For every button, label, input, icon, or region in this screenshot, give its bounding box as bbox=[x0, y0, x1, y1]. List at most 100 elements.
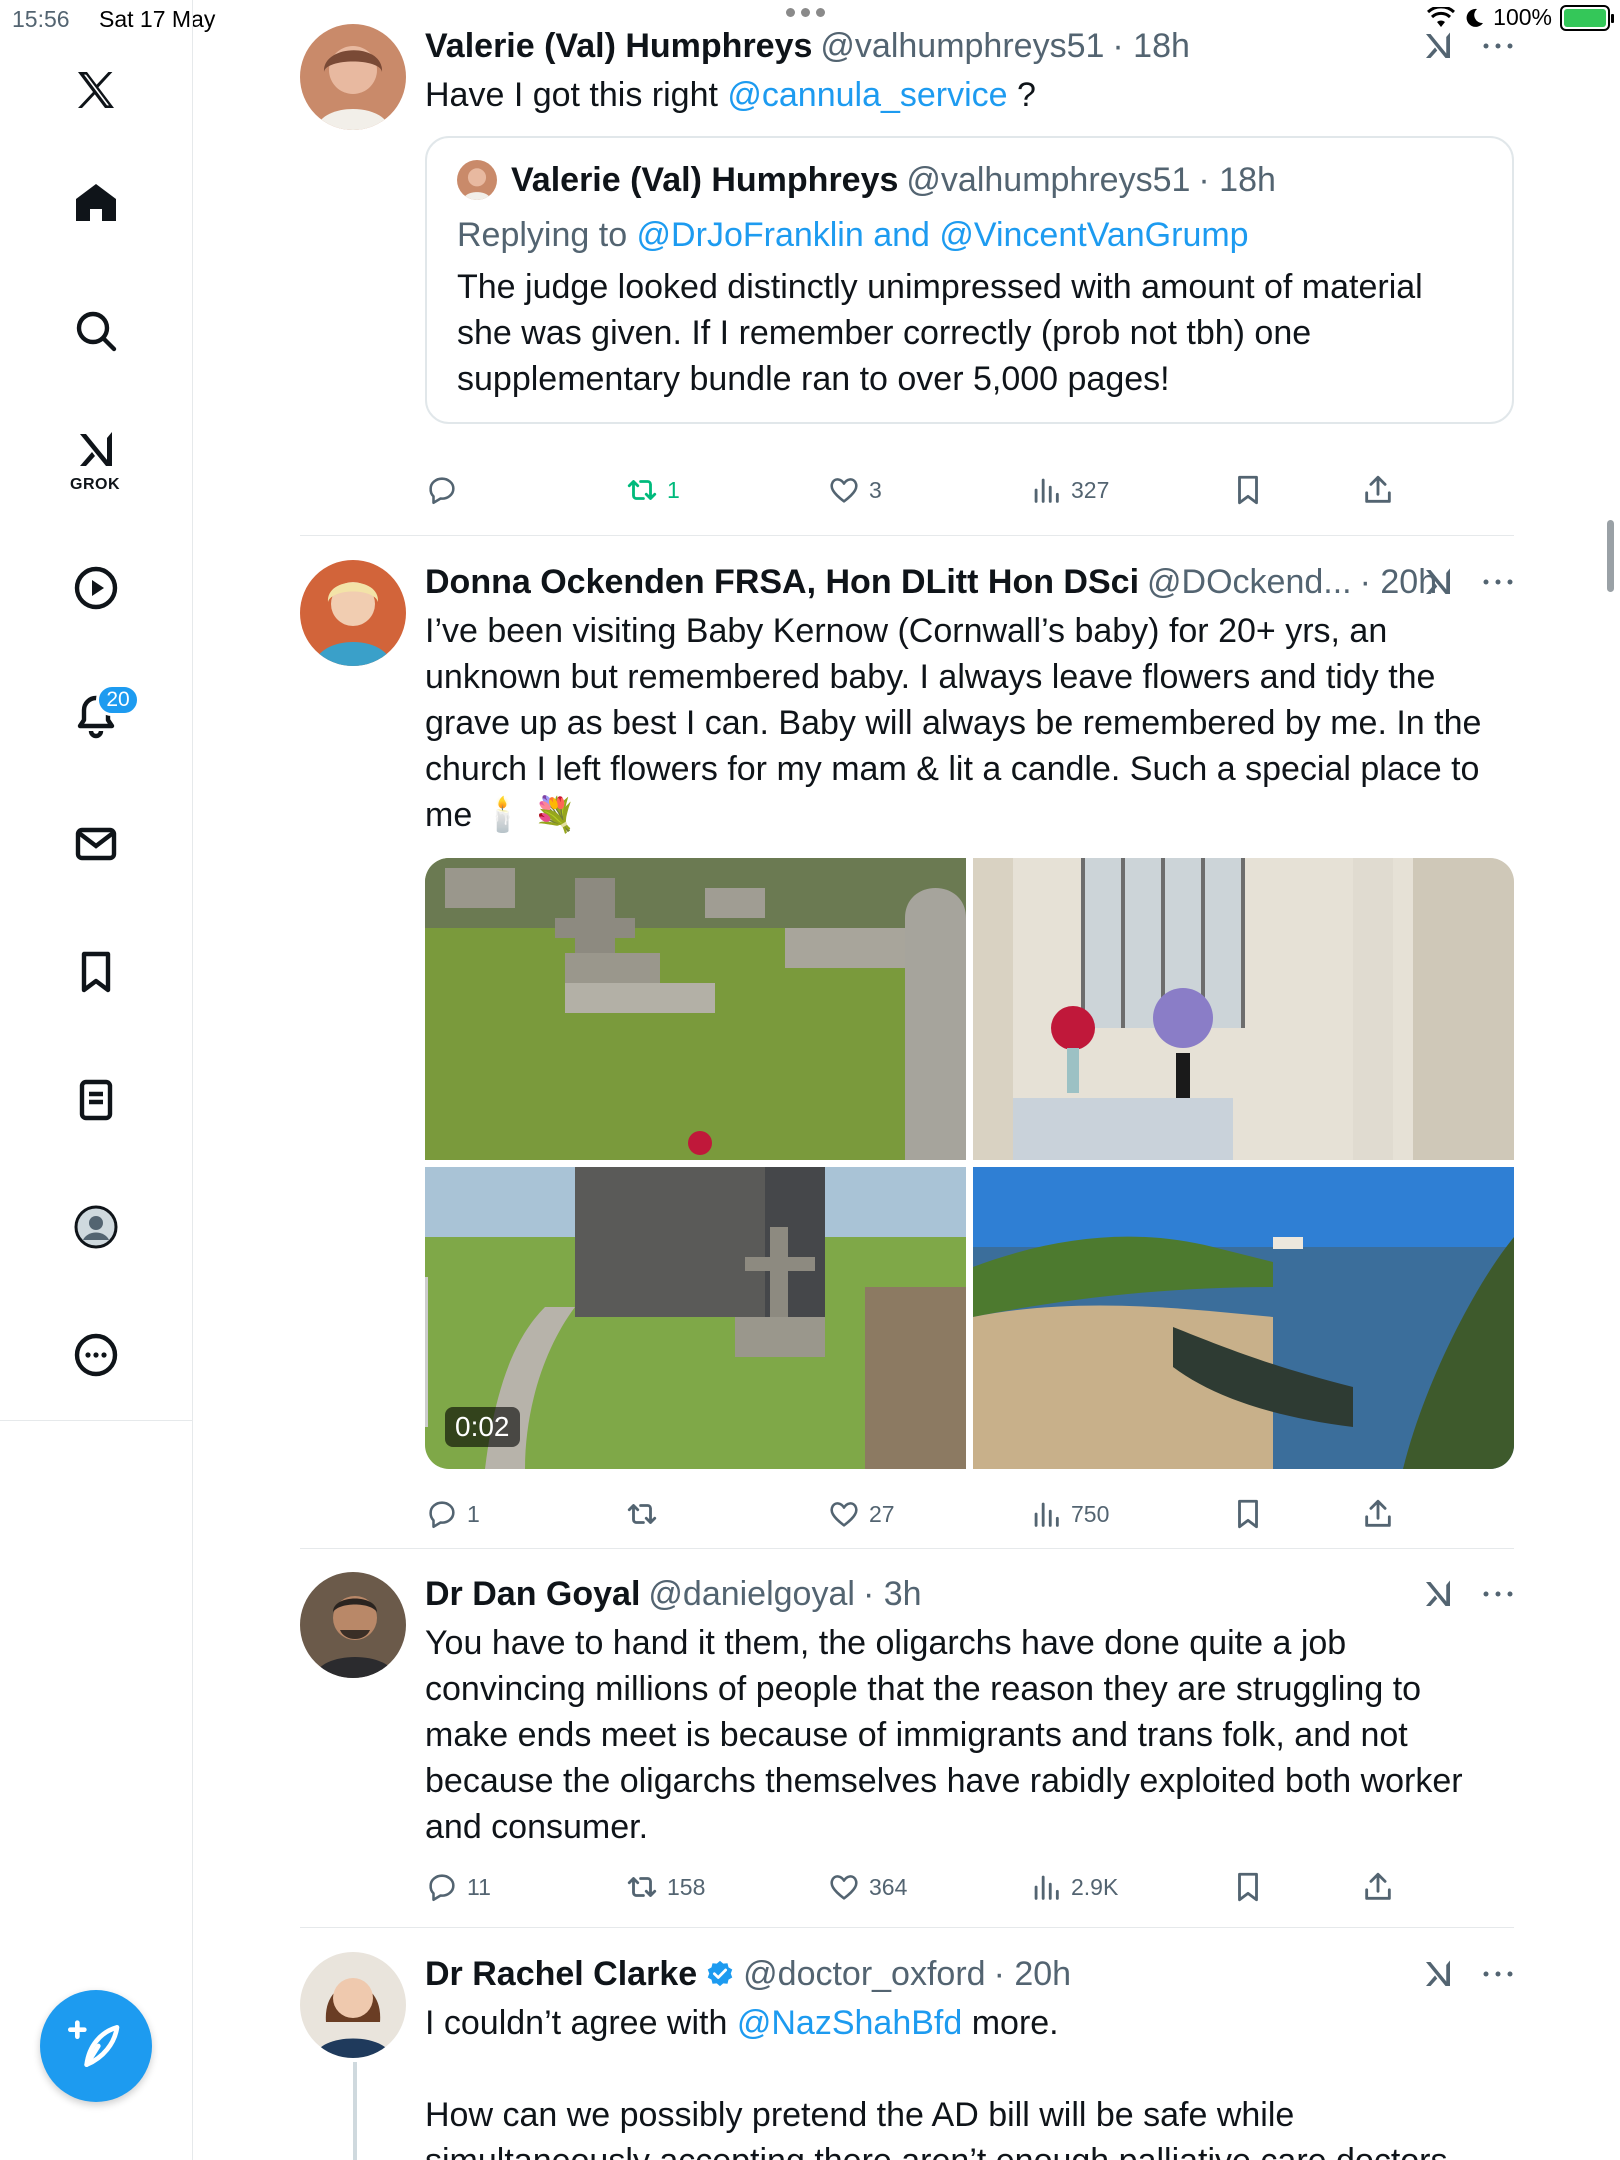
grok-icon[interactable] bbox=[1420, 1956, 1456, 1992]
reply-icon bbox=[429, 477, 455, 505]
repost-button[interactable] bbox=[625, 1489, 667, 1539]
share-icon bbox=[1365, 475, 1391, 503]
views-button[interactable]: 2.9K bbox=[1029, 1862, 1118, 1912]
like-count: 364 bbox=[869, 1873, 908, 1900]
repost-button[interactable]: 158 bbox=[625, 1862, 705, 1912]
post-divider bbox=[300, 1927, 1514, 1928]
grok-icon[interactable] bbox=[1420, 1576, 1456, 1612]
quote-author-handle: @valhumphreys51 bbox=[906, 161, 1191, 199]
mention-link[interactable]: @cannula_service bbox=[727, 76, 1007, 114]
author-name[interactable]: Dr Rachel Clarke bbox=[425, 1952, 697, 1996]
scroll-indicator[interactable] bbox=[1607, 520, 1614, 592]
media-graveyard-photo[interactable] bbox=[425, 858, 966, 1160]
author-name[interactable]: Dr Dan Goyal bbox=[425, 1572, 640, 1616]
bookmark-button[interactable] bbox=[1231, 1489, 1265, 1539]
post[interactable]: Dr Dan Goyal @danielgoyal · 3h You have … bbox=[300, 1572, 1514, 1932]
views-count: 2.9K bbox=[1071, 1873, 1119, 1900]
repost-icon bbox=[627, 480, 657, 500]
author-name[interactable]: Donna Ockenden FRSA, Hon DLitt Hon DSci bbox=[425, 560, 1139, 604]
play-icon[interactable] bbox=[66, 558, 126, 618]
bookmark-icon bbox=[1238, 475, 1258, 505]
post-text: I’ve been visiting Baby Kernow (Cornwall… bbox=[425, 612, 1482, 834]
repost-count: 1 bbox=[667, 476, 680, 503]
post-header: Dr Dan Goyal @danielgoyal · 3h bbox=[425, 1572, 1514, 1616]
reply-icon bbox=[429, 1501, 455, 1529]
replying-to-links[interactable]: @DrJoFranklin and @VincentVanGrump bbox=[637, 216, 1249, 254]
media-beach-photo[interactable] bbox=[973, 1167, 1514, 1469]
post-time[interactable]: · 18h bbox=[1112, 24, 1190, 68]
compose-button[interactable] bbox=[40, 1990, 152, 2102]
heart-icon bbox=[830, 478, 858, 503]
post[interactable]: Dr Rachel Clarke @doctor_oxford · 20h I … bbox=[300, 1952, 1514, 2160]
share-button[interactable] bbox=[1361, 465, 1395, 515]
more-options-icon[interactable] bbox=[1482, 577, 1514, 587]
reply-button[interactable]: 11 bbox=[425, 1862, 491, 1912]
reply-button[interactable] bbox=[425, 465, 467, 515]
avatar[interactable] bbox=[300, 24, 406, 130]
post-header: Valerie (Val) Humphreys @valhumphreys51 … bbox=[425, 24, 1514, 68]
person-icon[interactable] bbox=[66, 1197, 126, 1257]
grok-label: GROK bbox=[70, 476, 120, 493]
quoted-post[interactable]: Valerie (Val) Humphreys @valhumphreys51 … bbox=[425, 136, 1514, 424]
post[interactable]: Valerie (Val) Humphreys @valhumphreys51 … bbox=[300, 24, 1514, 505]
post-time[interactable]: · 3h bbox=[863, 1572, 922, 1616]
media-church-flowers-photo[interactable] bbox=[973, 858, 1514, 1160]
grok-icon[interactable] bbox=[1420, 28, 1456, 64]
author-handle[interactable]: @DOckend... bbox=[1147, 560, 1352, 604]
multitasking-dots[interactable] bbox=[786, 8, 825, 17]
share-button[interactable] bbox=[1361, 1862, 1395, 1912]
like-button[interactable]: 3 bbox=[827, 465, 882, 515]
battery-icon bbox=[1560, 4, 1614, 31]
more-icon[interactable] bbox=[66, 1325, 126, 1385]
avatar[interactable] bbox=[300, 1572, 406, 1678]
list-icon[interactable] bbox=[66, 1070, 126, 1130]
more-options-icon[interactable] bbox=[1482, 1589, 1514, 1599]
avatar[interactable] bbox=[300, 1952, 406, 2058]
post-body: Donna Ockenden FRSA, Hon DLitt Hon DSci … bbox=[425, 560, 1514, 1469]
post-header: Donna Ockenden FRSA, Hon DLitt Hon DSci … bbox=[425, 560, 1514, 604]
bookmark-icon[interactable] bbox=[66, 942, 126, 1002]
author-handle[interactable]: @valhumphreys51 bbox=[820, 24, 1104, 68]
media-grid: 0:02 bbox=[425, 858, 1514, 1469]
like-button[interactable]: 364 bbox=[827, 1862, 907, 1912]
more-options-icon[interactable] bbox=[1482, 41, 1514, 51]
heart-icon bbox=[830, 1502, 858, 1527]
post-body: Dr Dan Goyal @danielgoyal · 3h You have … bbox=[425, 1572, 1514, 1850]
views-button[interactable]: 750 bbox=[1029, 1489, 1109, 1539]
bookmark-button[interactable] bbox=[1231, 465, 1265, 515]
like-button[interactable]: 27 bbox=[827, 1489, 895, 1539]
post-text: Have I got this right @cannula_service ? bbox=[425, 76, 1036, 114]
search-icon[interactable] bbox=[66, 301, 126, 361]
bookmark-button[interactable] bbox=[1231, 1862, 1265, 1912]
grok-icon[interactable] bbox=[66, 420, 126, 480]
post-time[interactable]: · 20h bbox=[994, 1952, 1072, 1996]
mail-icon[interactable] bbox=[66, 814, 126, 874]
media-church-path-video[interactable]: 0:02 bbox=[425, 1167, 966, 1469]
post-text: I couldn’t agree with @NazShahBfd more. bbox=[425, 2004, 1059, 2042]
share-icon bbox=[1365, 1872, 1391, 1900]
author-name[interactable]: Valerie (Val) Humphreys bbox=[425, 24, 812, 68]
more-options-icon[interactable] bbox=[1482, 1969, 1514, 1979]
repost-button[interactable]: 1 bbox=[625, 465, 680, 515]
author-handle[interactable]: @doctor_oxford bbox=[743, 1952, 985, 1996]
home-icon[interactable] bbox=[66, 173, 126, 233]
share-button[interactable] bbox=[1361, 1489, 1395, 1539]
x-logo-icon[interactable] bbox=[66, 60, 126, 120]
reply-button[interactable]: 1 bbox=[425, 1489, 480, 1539]
author-handle[interactable]: @danielgoyal bbox=[648, 1572, 855, 1616]
post[interactable]: Donna Ockenden FRSA, Hon DLitt Hon DSci … bbox=[300, 560, 1514, 1550]
views-button[interactable]: 327 bbox=[1029, 465, 1109, 515]
grok-icon[interactable] bbox=[1420, 564, 1456, 600]
mention-link[interactable]: @NazShahBfd bbox=[737, 2004, 962, 2042]
post-body: Dr Rachel Clarke @doctor_oxford · 20h I … bbox=[425, 1952, 1514, 2160]
post-top-icons bbox=[1420, 1956, 1514, 1992]
views-icon bbox=[1034, 478, 1059, 503]
bookmark-icon bbox=[1238, 1499, 1258, 1529]
post-top-icons bbox=[1420, 28, 1514, 64]
repost-icon bbox=[627, 1877, 657, 1897]
avatar[interactable] bbox=[300, 560, 406, 666]
post-header: Dr Rachel Clarke @doctor_oxford · 20h bbox=[425, 1952, 1514, 1996]
views-icon bbox=[1034, 1502, 1059, 1527]
reply-count: 11 bbox=[467, 1873, 491, 1900]
post-actions: 1 3 327 bbox=[425, 465, 1514, 515]
